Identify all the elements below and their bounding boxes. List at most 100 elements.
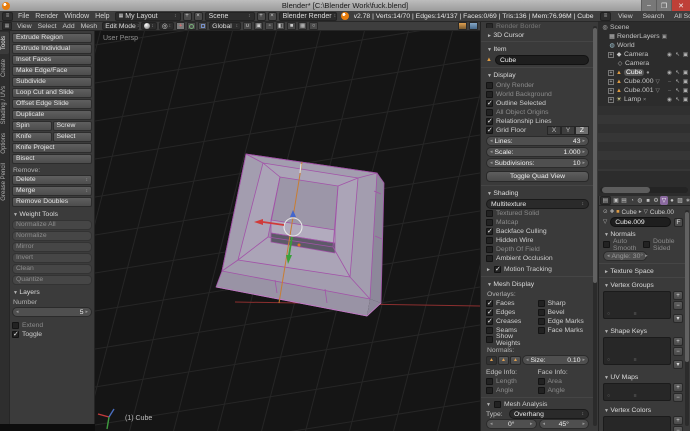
checkbox[interactable]	[486, 82, 493, 89]
scene-selector[interactable]: Scene ↕	[205, 12, 255, 21]
vertex-select-mode-icon[interactable]: ▫	[265, 22, 274, 30]
tool-button[interactable]: Bisect	[12, 154, 92, 164]
outliner-search-menu[interactable]: Search	[640, 13, 668, 20]
hide-icon[interactable]	[666, 52, 673, 58]
checkbox[interactable]	[486, 118, 493, 125]
motion-tracking-checkbox[interactable]	[494, 266, 501, 273]
remove-item-button[interactable]: −	[673, 347, 683, 356]
properties-tab[interactable]: ⚙	[652, 196, 660, 205]
viewport-menu-item[interactable]: View	[14, 23, 35, 30]
renderable-icon[interactable]	[682, 70, 689, 76]
menu-item[interactable]: Render	[32, 13, 61, 20]
analysis-max-slider[interactable]: ◂45°▸	[539, 419, 590, 429]
double-sided-checkbox[interactable]	[643, 241, 650, 248]
scrollbar-thumb[interactable]	[685, 212, 689, 362]
checkbox[interactable]	[486, 246, 493, 253]
shading-option-row[interactable]: Ambient Occlusion	[486, 254, 589, 263]
scrollbar-thumb[interactable]	[593, 28, 597, 283]
face-select-mode-icon[interactable]: ■	[287, 22, 296, 30]
analysis-min-slider[interactable]: ◂0°▸	[486, 419, 537, 429]
shading-panel-header[interactable]: Shading	[487, 190, 589, 197]
outliner-row[interactable]: Lamp ×	[598, 95, 690, 104]
menu-item[interactable]: Window	[61, 13, 92, 20]
item-name-field[interactable]: Cube	[495, 55, 589, 65]
specials-menu-button[interactable]: ▾	[673, 360, 683, 369]
expand-icon[interactable]	[608, 97, 614, 103]
add-item-button[interactable]: +	[673, 383, 683, 392]
shading-option-row[interactable]: Depth Of Field	[486, 245, 589, 254]
slider-left-icon[interactable]: ◂	[607, 253, 610, 259]
tool-shelf-tab[interactable]: Tools	[0, 32, 9, 54]
properties-tab[interactable]: ▤	[620, 196, 628, 205]
display-panel-header[interactable]: Display	[487, 72, 589, 79]
shading-mode-dropdown[interactable]: Multitexture ↕	[486, 199, 589, 209]
object-name[interactable]: World	[617, 42, 635, 49]
manipulator-scale-button[interactable]	[198, 22, 207, 30]
list-panel-header[interactable]: Shape Keys	[604, 328, 683, 335]
delete-layout-button[interactable]: ×	[194, 12, 203, 21]
minimize-button[interactable]: –	[641, 0, 656, 11]
weight-tool-button[interactable]: Normalize	[12, 231, 92, 241]
render-engine-selector[interactable]: Blender Render ↕	[279, 12, 337, 21]
axis-toggle-button[interactable]: Z	[575, 126, 589, 135]
outliner-row[interactable]: Scene	[598, 23, 690, 32]
grid-floor-row[interactable]: Grid Floor XYZ	[486, 126, 589, 135]
cursor-panel-header[interactable]: 3D Cursor	[487, 32, 589, 39]
checkbox[interactable]	[538, 300, 545, 307]
extend-checkbox[interactable]	[12, 322, 19, 329]
checkbox[interactable]	[486, 318, 493, 325]
slider-right-icon[interactable]: ▸	[582, 160, 585, 166]
slider-left-icon[interactable]: ◂	[490, 149, 493, 155]
close-button[interactable]: ✕	[671, 0, 690, 11]
viewport-editor-icon[interactable]: ▦	[2, 22, 12, 30]
tool-button[interactable]: Inset Faces	[12, 55, 92, 65]
list-box[interactable]	[603, 337, 671, 365]
outliner-row[interactable]: Cube.000 ▽	[598, 77, 690, 86]
mode-selector[interactable]: Edit Mode ↕	[102, 22, 139, 30]
checkbox[interactable]	[486, 378, 493, 385]
tool-shelf-tab[interactable]: Shading / UVs	[0, 82, 9, 128]
slider-right-icon[interactable]: ▸	[645, 253, 648, 259]
analysis-type-dropdown[interactable]: Overhang ↕	[509, 409, 589, 419]
outliner-filter-dropdown[interactable]: All Scenes	[671, 13, 690, 20]
properties-tab[interactable]: ∗	[684, 196, 690, 205]
outliner-hscrollbar[interactable]	[600, 187, 688, 193]
info-editor-icon[interactable]: ≡	[2, 12, 13, 21]
selectable-icon[interactable]	[674, 52, 681, 58]
tool-menu-button[interactable]: Merge↕	[12, 186, 92, 196]
properties-tab[interactable]: ▣	[612, 196, 620, 205]
tool-button[interactable]: Select	[53, 132, 93, 142]
tool-button[interactable]: Duplicate	[12, 110, 92, 120]
mesh-analysis-checkbox[interactable]	[494, 401, 501, 408]
slider-left-icon[interactable]: ◂	[490, 160, 493, 166]
checkbox[interactable]	[486, 237, 493, 244]
viewport-menu-item[interactable]: Select	[35, 23, 60, 30]
tool-button[interactable]: Spin	[12, 121, 52, 131]
selectable-icon[interactable]	[674, 70, 681, 76]
shading-option-row[interactable]: Backface Culling	[486, 227, 589, 236]
selectable-icon[interactable]	[674, 79, 681, 85]
toggle-checkbox-row[interactable]: Toggle	[12, 330, 92, 339]
add-item-button[interactable]: +	[673, 291, 683, 300]
tool-shelf-tab[interactable]: Grease Pencil	[0, 159, 9, 205]
face-normals-icon[interactable]	[510, 356, 521, 365]
toggle-checkbox[interactable]	[12, 331, 19, 338]
checkbox[interactable]	[538, 327, 545, 334]
snap-target-icon[interactable]: ▣	[254, 22, 263, 30]
slider-right-icon[interactable]: ▸	[85, 309, 88, 315]
list-panel-header[interactable]: Vertex Groups	[604, 282, 683, 289]
texture-space-panel-header[interactable]: Texture Space	[604, 268, 683, 275]
slider-left-icon[interactable]: ◂	[490, 138, 493, 144]
motion-tracking-row[interactable]: ► Motion Tracking	[486, 265, 589, 274]
npanel-scrollbar[interactable]	[593, 26, 597, 426]
delete-scene-button[interactable]: ×	[268, 12, 277, 21]
checkbox[interactable]	[486, 255, 493, 262]
list-box[interactable]	[603, 383, 671, 401]
checkbox[interactable]	[538, 309, 545, 316]
checkbox[interactable]	[486, 100, 493, 107]
axis-toggle-button[interactable]: Y	[561, 126, 575, 135]
add-scene-button[interactable]: +	[257, 12, 266, 21]
tool-button[interactable]: Remove Doubles	[12, 197, 92, 207]
checkbox[interactable]	[486, 219, 493, 226]
slider-left-icon[interactable]: ◂	[526, 357, 529, 363]
